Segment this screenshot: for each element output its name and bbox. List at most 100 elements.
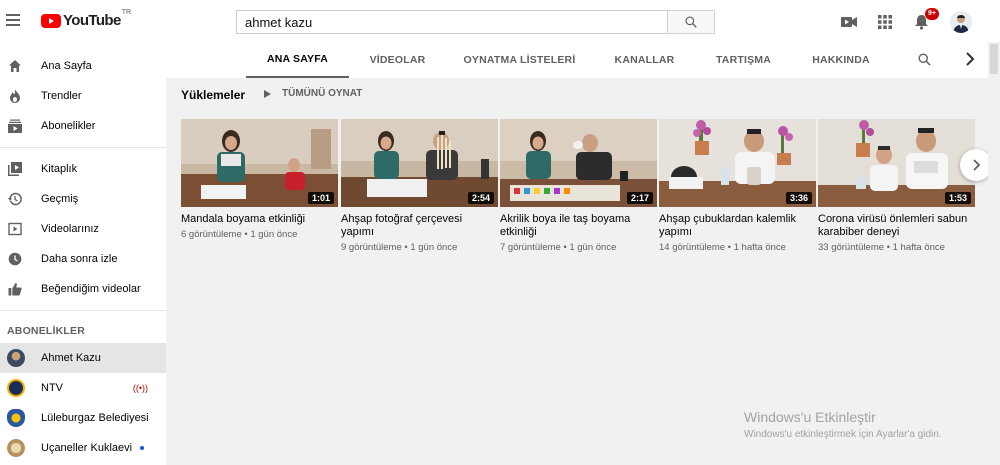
video-card[interactable]: 2:17 Akrilik boya ile taş boyama etkinli… (500, 119, 657, 253)
channel-avatar (7, 349, 25, 367)
video-metadata: 14 görüntüleme • 1 hafta önce (659, 242, 786, 253)
sidebar-item-your-videos[interactable]: Videolarınız (0, 214, 166, 244)
sidebar-item-library[interactable]: Kitaplık (0, 154, 166, 184)
notifications-button[interactable]: 9+ (912, 8, 939, 31)
search-bar (236, 10, 715, 34)
tab-discussion[interactable]: TARTIŞMA (696, 42, 791, 78)
sidebar-item-trending[interactable]: Trendler (0, 81, 166, 111)
subscription-item-luleburgaz-belediyesi[interactable]: Lüleburgaz Belediyesi (0, 403, 166, 433)
video-title[interactable]: Ahşap fotoğraf çerçevesi yapımı (341, 213, 498, 239)
masthead-actions: 9+ (840, 8, 972, 33)
sidebar-item-label: Daha sonra izle (41, 253, 118, 265)
video-metadata: 7 görüntüleme • 1 gün önce (500, 242, 617, 253)
sidebar-divider (0, 147, 166, 148)
tab-playlists[interactable]: OYNATMA LİSTELERİ (446, 42, 593, 78)
sidebar-item-label: Ana Sayfa (41, 60, 92, 72)
history-icon (7, 191, 23, 207)
horizontal-scrollbar[interactable] (166, 457, 1000, 465)
sidebar-item-label: Beğendiğim videolar (41, 283, 141, 295)
sidebar-item-label: Trendler (41, 90, 82, 102)
sidebar-item-subscriptions[interactable]: Abonelikler (0, 111, 166, 141)
subscription-label: Uçaneller Kuklaevi (41, 442, 133, 454)
create-video-button[interactable] (840, 13, 858, 31)
home-icon (7, 58, 23, 74)
sidebar-item-watch-later[interactable]: Daha sonra izle (0, 244, 166, 274)
video-thumbnail[interactable]: 2:17 (500, 119, 657, 207)
video-metadata: 9 görüntüleme • 1 gün önce (341, 242, 458, 253)
uploads-shelf: 1:01 Mandala boyama etkinliği 6 görüntül… (181, 119, 978, 259)
apps-button[interactable] (876, 13, 894, 31)
channel-avatar (7, 439, 25, 457)
subscription-item-ahmet-kazu[interactable]: Ahmet Kazu (0, 343, 166, 373)
search-button[interactable] (667, 10, 715, 34)
subscription-label: Lüleburgaz Belediyesi (41, 412, 149, 424)
masthead: YouTube TR 9+ (0, 0, 1000, 42)
search-icon (685, 16, 697, 28)
subscription-label: Ahmet Kazu (41, 352, 101, 364)
video-thumbnail[interactable]: 2:54 (341, 119, 498, 207)
sidebar-item-label: Kitaplık (41, 163, 78, 175)
notification-count-badge: 9+ (925, 8, 939, 20)
subscription-item-ucaneller-kuklaevi[interactable]: Uçaneller Kuklaevi (0, 433, 166, 463)
profile-photo-icon (950, 11, 972, 33)
play-all-button[interactable]: TÜMÜNÜ OYNAT (264, 88, 362, 99)
subscription-item-ntv[interactable]: NTV ((•)) (0, 373, 166, 403)
video-camera-icon (841, 17, 857, 27)
video-title[interactable]: Akrilik boya ile taş boyama etkinliği (500, 213, 657, 239)
play-icon (264, 89, 271, 98)
sidebar-item-home[interactable]: Ana Sayfa (0, 51, 166, 81)
video-card[interactable]: 2:54 Ahşap fotoğraf çerçevesi yapımı 9 g… (341, 119, 498, 253)
video-duration: 2:54 (467, 192, 494, 204)
windows-activation-watermark: Windows'u Etkinleştir Windows'u etkinleş… (744, 409, 942, 440)
apps-grid-icon (878, 15, 892, 29)
logo-country-code: TR (121, 9, 132, 16)
watch-later-icon (7, 251, 23, 267)
video-metadata: 6 görüntüleme • 1 gün önce (181, 229, 298, 240)
video-card[interactable]: 1:01 Mandala boyama etkinliği 6 görüntül… (181, 119, 338, 240)
flame-icon (7, 88, 23, 104)
channel-avatar (7, 409, 25, 427)
tab-about[interactable]: HAKKINDA (791, 42, 891, 78)
video-metadata: 33 görüntüleme • 1 hafta önce (818, 242, 945, 253)
video-card[interactable]: 1:53 Corona virüsü önlemleri sabun karab… (818, 119, 975, 253)
video-thumbnail[interactable]: 1:53 (818, 119, 975, 207)
vertical-scrollbar[interactable] (988, 42, 1000, 457)
shelf-title: Yüklemeler (181, 88, 246, 102)
youtube-play-icon (41, 13, 61, 28)
channel-tabs: ANA SAYFA VİDEOLAR OYNATMA LİSTELERİ KAN… (166, 42, 988, 78)
video-title[interactable]: Ahşap çubuklardan kalemlik yapımı (659, 213, 816, 239)
subscriptions-icon (7, 118, 23, 134)
video-duration: 3:36 (785, 192, 812, 204)
live-broadcast-icon: ((•)) (132, 383, 148, 393)
channel-page: ANA SAYFA VİDEOLAR OYNATMA LİSTELERİ KAN… (166, 42, 992, 457)
sidebar-item-label: Abonelikler (41, 120, 96, 132)
scrollbar-thumb[interactable] (990, 44, 998, 74)
watermark-title: Windows'u Etkinleştir (744, 409, 876, 425)
account-avatar[interactable] (950, 11, 972, 33)
youtube-logo[interactable]: YouTube TR (41, 9, 132, 29)
sidebar-item-liked-videos[interactable]: Beğendiğim videolar (0, 274, 166, 304)
tab-home[interactable]: ANA SAYFA (246, 42, 349, 78)
tab-videos[interactable]: VİDEOLAR (349, 42, 446, 78)
video-title[interactable]: Corona virüsü önlemleri sabun karabiber … (818, 213, 975, 239)
chevron-right-icon (966, 52, 975, 66)
video-thumbnail[interactable]: 1:01 (181, 119, 338, 207)
search-input[interactable] (236, 10, 667, 34)
new-content-dot (140, 446, 144, 450)
video-duration: 1:01 (307, 192, 334, 204)
menu-icon[interactable] (6, 10, 24, 30)
tab-channels[interactable]: KANALLAR (593, 42, 696, 78)
subscription-label: NTV (41, 382, 63, 394)
video-title[interactable]: Mandala boyama etkinliği (181, 213, 338, 226)
search-icon (918, 53, 931, 66)
video-card[interactable]: 3:36 Ahşap çubuklardan kalemlik yapımı 1… (659, 119, 816, 253)
your-videos-icon (7, 221, 23, 237)
logo-text: YouTube (63, 12, 121, 29)
sidebar-item-label: Videolarınız (41, 223, 99, 235)
sidebar-item-history[interactable]: Geçmiş (0, 184, 166, 214)
subscriptions-heading: ABONELİKLER (7, 325, 86, 337)
video-thumbnail[interactable]: 3:36 (659, 119, 816, 207)
tabs-scroll-right-button[interactable] (965, 52, 975, 71)
channel-search-button[interactable] (917, 52, 932, 72)
video-duration: 1:53 (944, 192, 971, 204)
